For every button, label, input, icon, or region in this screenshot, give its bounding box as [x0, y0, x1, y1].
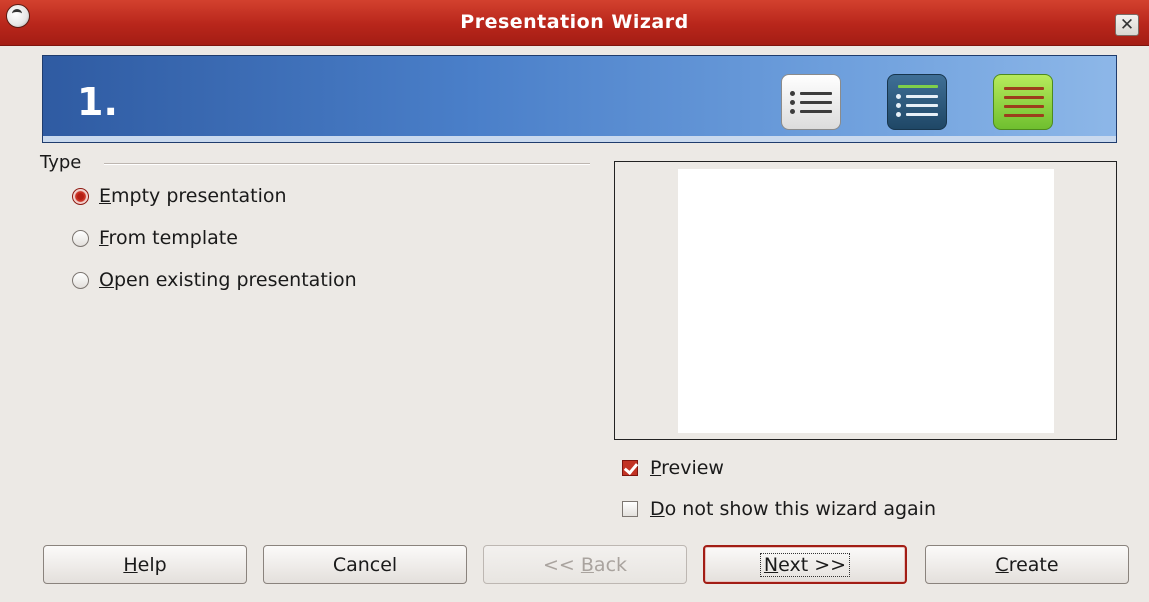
back-button[interactable]: << Back	[483, 545, 687, 584]
radio-button[interactable]	[72, 187, 89, 205]
step-number: 1.	[77, 80, 118, 124]
green-page-icon	[993, 74, 1053, 130]
group-divider	[104, 163, 590, 165]
radio-label: Empty presentation	[99, 185, 287, 207]
radio-label: From template	[99, 227, 238, 249]
radio-label: Open existing presentation	[99, 269, 357, 291]
next-button[interactable]: Next >>	[703, 545, 907, 584]
window-title: Presentation Wizard	[460, 11, 689, 33]
radio-button[interactable]	[72, 229, 89, 247]
cancel-button[interactable]: Cancel	[263, 545, 467, 584]
title-bar: Presentation Wizard ✕	[0, 0, 1149, 46]
radio-open-existing[interactable]: Open existing presentation	[72, 268, 357, 292]
create-button[interactable]: Create	[925, 545, 1129, 584]
close-button[interactable]: ✕	[1115, 14, 1139, 36]
wizard-banner: 1.	[42, 55, 1117, 143]
type-group-label: Type	[40, 152, 82, 173]
radio-empty-presentation[interactable]: Empty presentation	[72, 184, 287, 208]
help-button[interactable]: Help	[43, 545, 247, 584]
list-icon	[781, 74, 841, 130]
dont-show-checkbox-row[interactable]: Do not show this wizard again	[622, 497, 936, 521]
preview-checkbox-row[interactable]: Preview	[622, 456, 724, 480]
radio-button[interactable]	[72, 271, 89, 289]
preview-page	[678, 169, 1054, 433]
page-list-icon	[887, 74, 947, 130]
dont-show-label: Do not show this wizard again	[650, 498, 936, 520]
dont-show-checkbox[interactable]	[622, 501, 638, 517]
preview-label: Preview	[650, 457, 724, 479]
preview-checkbox[interactable]	[622, 460, 638, 476]
radio-from-template[interactable]: From template	[72, 226, 238, 250]
close-icon: ✕	[1119, 15, 1135, 35]
preview-pane	[614, 161, 1117, 440]
